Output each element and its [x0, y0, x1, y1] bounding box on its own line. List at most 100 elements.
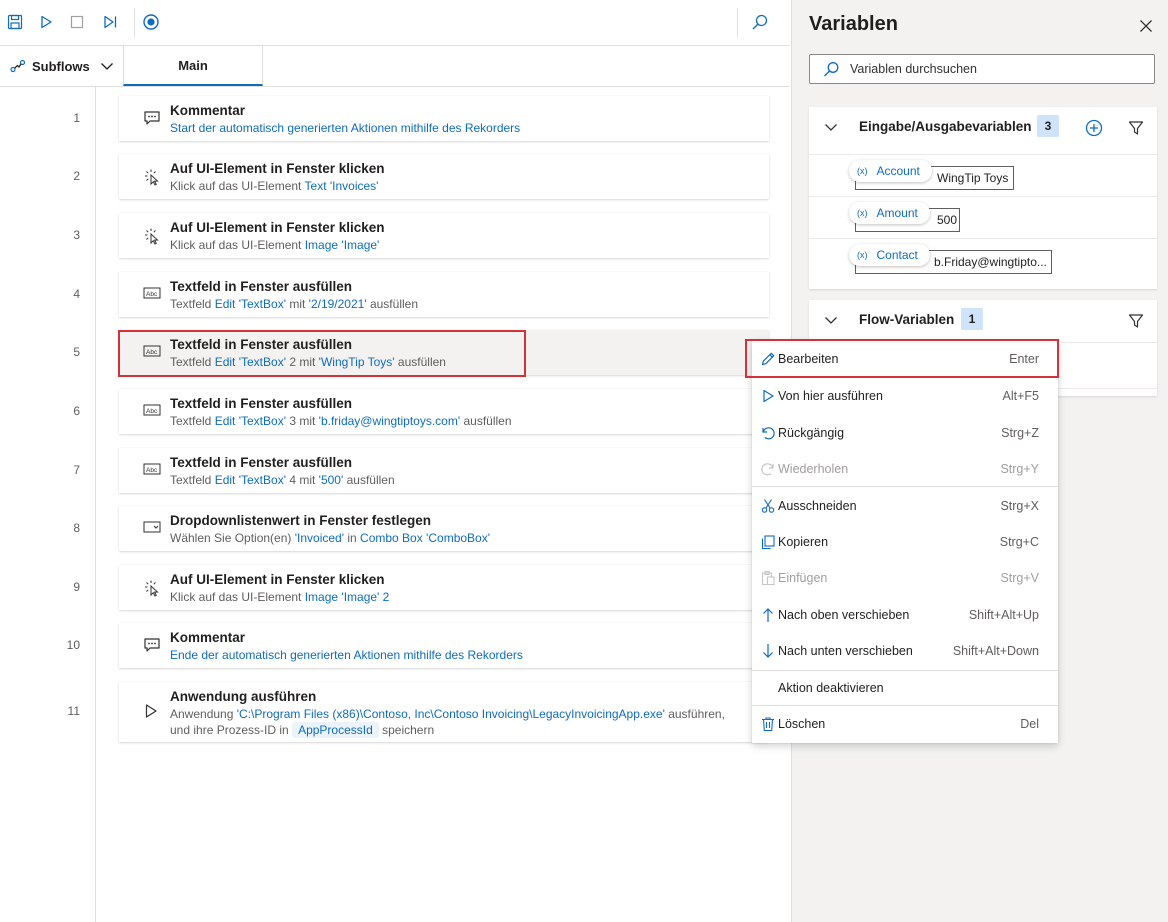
parameter-link[interactable]: Edit 'TextBox' [215, 297, 286, 311]
textbox-icon: Abc [143, 403, 161, 419]
run-next-action-icon[interactable] [98, 10, 122, 34]
comment-icon [143, 637, 161, 653]
tab-main[interactable]: Main [123, 46, 263, 86]
menu-separator [752, 705, 1058, 706]
parameter-link[interactable]: Image 'Image' [305, 590, 380, 604]
action-row[interactable]: Abc Textfeld in Fenster ausfüllen Textfeld… [119, 272, 769, 317]
parameter-link[interactable]: 'Invoiced' [295, 531, 344, 545]
action-row[interactable]: Abc Textfeld in Fenster ausfüllen Textfeld… [119, 389, 769, 434]
menu-item[interactable]: Einfügen Strg+V [752, 561, 1058, 595]
parameter-link[interactable]: Edit 'TextBox' [215, 473, 286, 487]
recorder-icon[interactable] [139, 10, 163, 34]
chevron-down-icon[interactable] [824, 120, 838, 134]
menu-item[interactable]: Aktion deaktivieren [752, 671, 1058, 705]
menu-item[interactable]: Bearbeiten Enter [752, 342, 1058, 376]
parameter-link[interactable]: '2/19/2021' [309, 297, 367, 311]
search-icon [824, 62, 839, 77]
run-icon[interactable] [34, 10, 58, 34]
description-text: ausfüllen [460, 414, 512, 428]
comment-icon [143, 110, 161, 126]
menu-item-label: Nach oben verschieben [778, 608, 910, 622]
menu-item[interactable]: Löschen Del [752, 707, 1058, 741]
description-text: speichern [378, 723, 435, 737]
menu-item-shortcut: Strg+Y [1000, 462, 1039, 476]
textbox-icon: Abc [143, 286, 161, 302]
parameter-link[interactable]: 'b.friday@wingtiptoys.com' [319, 414, 460, 428]
line-number: 2 [73, 168, 80, 183]
menu-item-shortcut: Strg+V [1000, 571, 1039, 585]
flow-variables-title: Flow-Variablen [859, 312, 955, 327]
menu-item[interactable]: Wiederholen Strg+Y [752, 452, 1058, 486]
menu-item-label: Einfügen [778, 571, 828, 585]
menu-item[interactable]: Nach oben verschieben Shift+Alt+Up [752, 598, 1058, 632]
textbox-icon: Abc [143, 344, 161, 360]
chevron-down-icon[interactable] [824, 313, 838, 327]
toolbar-divider [737, 8, 738, 38]
parameter-link[interactable]: Edit 'TextBox' [215, 355, 286, 369]
parameter-link[interactable]: 2 [379, 590, 390, 604]
subflows-dropdown[interactable]: Subflows [10, 46, 114, 86]
menu-item[interactable]: Kopieren Strg+C [752, 525, 1058, 559]
action-row[interactable]: Auf UI-Element in Fenster klicken Klick a… [119, 154, 769, 199]
arrow-down-icon [760, 643, 776, 659]
menu-item[interactable]: Nach unten verschieben Shift+Alt+Down [752, 634, 1058, 668]
action-row[interactable]: Auf UI-Element in Fenster klicken Klick a… [119, 565, 769, 610]
menu-item[interactable]: Ausschneiden Strg+X [752, 489, 1058, 523]
action-description: Textfeld Edit 'TextBox' mit '2/19/2021' … [170, 297, 418, 311]
stop-icon[interactable] [65, 10, 89, 34]
action-title: Anwendung ausführen [170, 689, 317, 704]
action-row[interactable]: Kommentar Start der automatisch generiert… [119, 96, 769, 141]
action-row[interactable]: Abc Textfeld in Fenster ausfüllen Textfeld… [119, 330, 769, 375]
description-text: Anwendung [170, 707, 237, 721]
variables-search-box[interactable] [809, 54, 1155, 84]
variable-chip-contact[interactable]: (x) Contact [849, 244, 930, 266]
action-row[interactable]: Abc Textfeld in Fenster ausfüllen Textfeld… [119, 448, 769, 493]
parameter-link[interactable]: Ende der automatisch generierten Aktione… [170, 648, 523, 662]
line-number-gutter: 1 2 3 4 5 6 7 8 9 10 11 [0, 87, 96, 922]
action-row[interactable]: Auf UI-Element in Fenster klicken Klick a… [119, 213, 769, 258]
filter-icon[interactable] [1128, 313, 1144, 329]
action-description: Ende der automatisch generierten Aktione… [170, 648, 523, 662]
paste-icon [760, 570, 776, 586]
add-variable-icon[interactable] [1085, 119, 1103, 137]
parameter-link[interactable]: '500' [319, 473, 344, 487]
action-row[interactable]: Dropdownlistenwert in Fenster festlegen W… [119, 506, 769, 551]
action-title: Textfeld in Fenster ausfüllen [170, 396, 353, 411]
parameter-link[interactable]: Edit 'TextBox' [215, 414, 286, 428]
action-row[interactable]: Anwendung ausführen Anwendung 'C:\Program… [119, 682, 769, 742]
variables-search-input[interactable] [848, 61, 1152, 77]
action-description: und ihre Prozess-ID in AppProcessId spei… [170, 722, 435, 738]
svg-text:Abc: Abc [146, 467, 158, 474]
parameter-link[interactable]: 'WingTip Toys' [319, 355, 395, 369]
run-icon [760, 388, 776, 404]
parameter-link[interactable]: Combo Box 'ComboBox' [360, 531, 490, 545]
line-number: 9 [73, 579, 80, 594]
search-icon[interactable] [748, 10, 772, 34]
action-row[interactable]: Kommentar Ende der automatisch generierte… [119, 623, 769, 668]
description-text: 4 mit [285, 473, 319, 487]
menu-item[interactable]: Rückgängig Strg+Z [752, 416, 1058, 450]
menu-item-label: Rückgängig [778, 426, 845, 440]
parameter-link[interactable]: Image 'Image' [305, 238, 380, 252]
run-app-icon [143, 703, 161, 719]
parameter-link[interactable]: Text 'Invoices' [305, 179, 379, 193]
action-description: Klick auf das UI-Element Image 'Image' [170, 238, 379, 252]
trash-icon [760, 716, 776, 732]
parameter-link[interactable]: Start der automatisch generierten Aktion… [170, 121, 520, 135]
action-title: Textfeld in Fenster ausfüllen [170, 279, 353, 294]
save-icon[interactable] [3, 10, 27, 34]
close-icon[interactable] [1136, 16, 1156, 36]
variable-row: WingTip Toys (x) Account [809, 154, 1157, 196]
flow-variables-header: Flow-Variablen 1 [809, 300, 1157, 340]
menu-item[interactable]: Von hier ausführen Alt+F5 [752, 379, 1058, 413]
line-number: 3 [73, 227, 80, 242]
parameter-link[interactable]: 'C:\Program Files (x86)\Contoso, Inc\Con… [237, 707, 665, 721]
variable-chip-amount[interactable]: (x) Amount [849, 202, 930, 224]
variable-pill[interactable]: AppProcessId [292, 722, 379, 738]
menu-item-shortcut: Strg+C [999, 535, 1039, 549]
filter-icon[interactable] [1128, 120, 1144, 136]
variable-name: Amount [876, 206, 918, 220]
menu-item-label: Löschen [778, 717, 826, 731]
variable-chip-account[interactable]: (x) Account [849, 160, 932, 182]
action-title: Auf UI-Element in Fenster klicken [170, 572, 385, 587]
